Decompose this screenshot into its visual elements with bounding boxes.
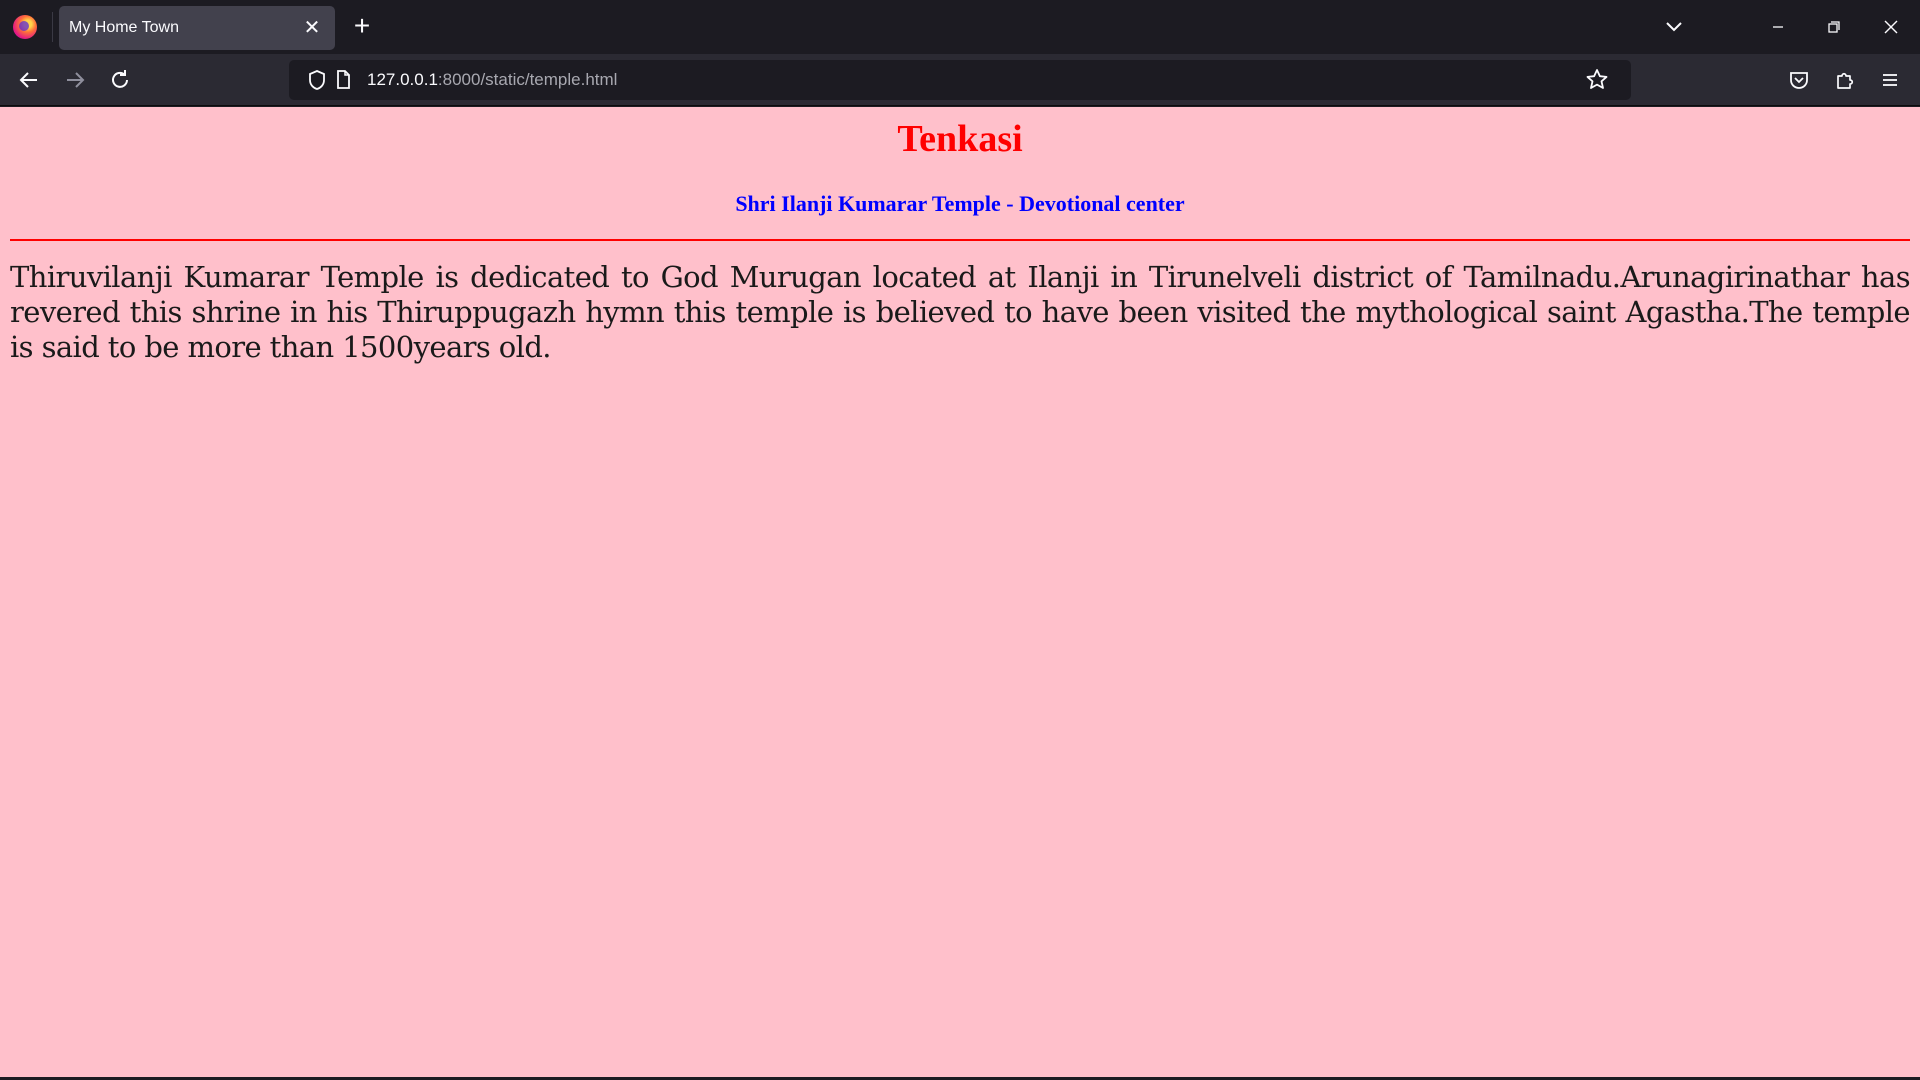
- reload-icon[interactable]: [102, 62, 138, 98]
- tab-separator: [52, 12, 53, 42]
- page-title: Tenkasi: [897, 118, 1023, 160]
- tab-close-icon[interactable]: ✕: [301, 17, 323, 39]
- tab-my-home-town[interactable]: My Home Town ✕: [59, 6, 335, 50]
- puzzle-icon[interactable]: [1827, 62, 1863, 98]
- page-subtitle: Shri Ilanji Kumarar Temple - Devotional …: [735, 191, 1185, 216]
- firefox-logo-icon: [13, 15, 37, 39]
- restore-icon[interactable]: [1816, 10, 1852, 44]
- arrow-right-icon[interactable]: [57, 62, 93, 98]
- url-path: :8000/static/temple.html: [437, 70, 618, 89]
- hamburger-menu-icon[interactable]: [1872, 62, 1908, 98]
- horizontal-rule: [10, 239, 1910, 241]
- minimize-icon[interactable]: [1760, 10, 1796, 44]
- url-text[interactable]: 127.0.0.1:8000/static/temple.html: [367, 70, 617, 90]
- new-tab-button[interactable]: +: [348, 12, 376, 42]
- temple-description: Thiruvilanji Kumarar Temple is dedicated…: [10, 260, 1911, 364]
- tab-title: My Home Town: [69, 19, 179, 36]
- url-host: 127.0.0.1: [367, 70, 438, 89]
- arrow-left-icon[interactable]: [11, 62, 47, 98]
- page-content: Tenkasi Shri Ilanji Kumarar Temple - Dev…: [0, 107, 1920, 1077]
- close-icon[interactable]: [1873, 10, 1909, 44]
- page-icon[interactable]: [325, 62, 361, 98]
- navigation-toolbar: 127.0.0.1:8000/static/temple.html: [0, 54, 1920, 106]
- pocket-icon[interactable]: [1781, 62, 1817, 98]
- chevron-down-icon[interactable]: [1656, 10, 1692, 44]
- tab-strip: My Home Town ✕ +: [0, 0, 1920, 54]
- address-bar[interactable]: 127.0.0.1:8000/static/temple.html: [289, 60, 1631, 100]
- star-icon[interactable]: [1579, 62, 1615, 98]
